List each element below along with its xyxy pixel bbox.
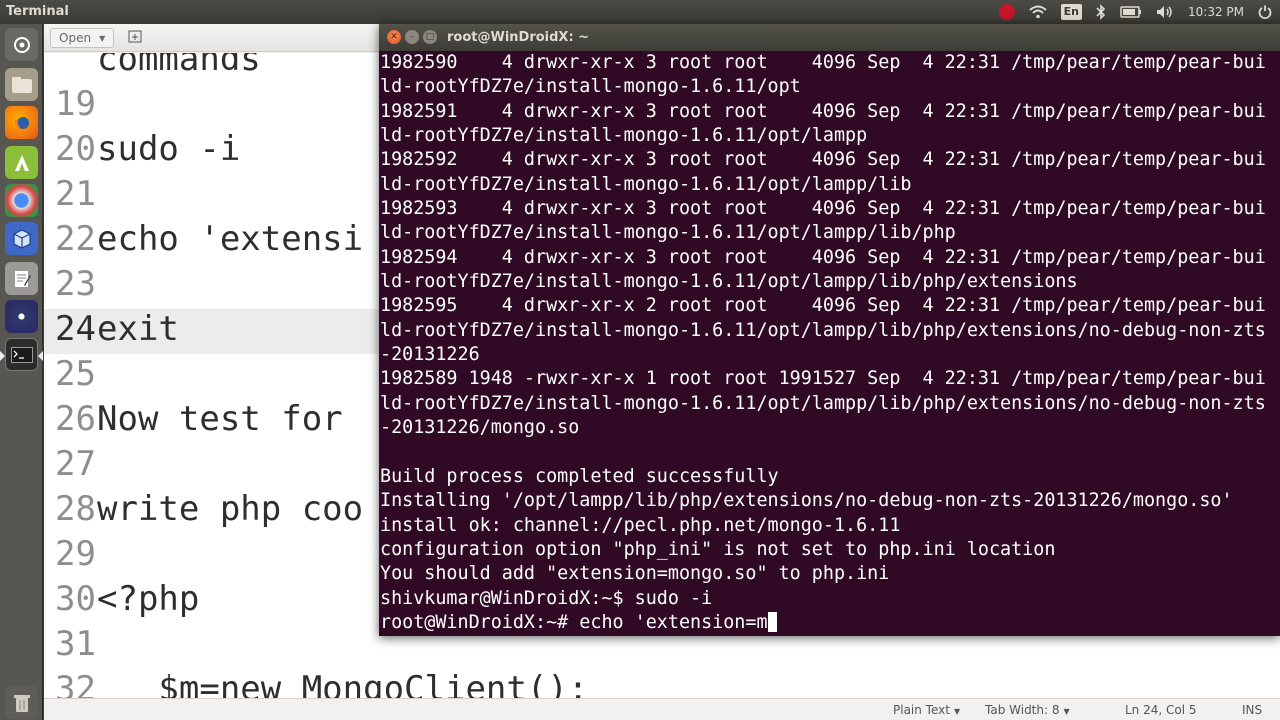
line-text: echo 'extensi [97,219,364,259]
terminal-line: ld-rootYfDZ7e/install-mongo-1.6.11/opt [380,76,801,98]
terminal-line: Installing '/opt/lampp/lib/php/extension… [380,490,1233,512]
line-text: exit [97,309,179,349]
new-document-icon[interactable] [128,29,142,47]
open-button[interactable]: Open ▼ [50,28,114,48]
chevron-down-icon: ▼ [1063,707,1070,716]
line-number: 20 [55,129,96,169]
virtualbox-icon[interactable] [5,222,38,255]
minimize-icon[interactable]: – [405,30,419,44]
terminal-line: shivkumar@WinDroidX:~$ sudo -i [380,587,713,609]
language-label: Plain Text [893,703,950,717]
terminal-line: 1982592 4 drwxr-xr-x 3 root root 4096 Se… [380,149,1266,171]
tab-width-label: Tab Width: 8 [985,703,1060,717]
launcher [0,24,43,720]
terminal-line: configuration option "php_ini" is not se… [380,538,1056,560]
wifi-icon[interactable] [1028,3,1047,21]
open-button-label: Open [59,31,92,45]
prompt-input-text: root@WinDroidX:~# echo 'extension=m [380,611,768,633]
line-number: 29 [55,534,96,574]
eclipse-icon[interactable] [5,300,38,333]
terminal-prompt-line[interactable]: root@WinDroidX:~# echo 'extension=m [380,611,1280,635]
close-icon[interactable]: ✕ [387,30,401,44]
text-cursor [767,611,777,632]
active-indicator-left [0,351,5,361]
line-number: 23 [55,264,96,304]
terminal-line: install ok: channel://pecl.php.net/mongo… [380,514,901,536]
volume-icon[interactable] [1156,3,1174,21]
line-text: commands [97,53,261,79]
terminal-line: 1982589 1948 -rwxr-xr-x 1 root root 1991… [380,368,1266,390]
terminal-line: You should add "extension=mongo.so" to p… [380,563,890,585]
terminal-line: 1982591 4 drwxr-xr-x 3 root root 4096 Se… [380,100,1266,122]
line-number: 21 [55,174,96,214]
line-number: 31 [55,624,96,664]
terminal-line: -20131226 [380,344,480,366]
trash-icon[interactable] [5,686,38,719]
terminal-line: ld-rootYfDZ7e/install-mongo-1.6.11/opt/l… [380,271,1078,293]
top-panel: Terminal En 10:32 PM [0,0,1280,24]
terminal-line: -20131226/mongo.so [380,417,580,439]
line-text: <?php [97,579,200,619]
terminal-output[interactable]: 1982590 4 drwxr-xr-x 3 root root 4096 Se… [379,51,1280,636]
line-number: 24 [55,309,96,349]
android-studio-icon[interactable] [5,146,38,179]
status-bar: Plain Text ▼ Tab Width: 8 ▼ Ln 24, Col 5 I… [44,698,1280,720]
insert-mode: INS [1242,703,1263,717]
terminal-line: 1982594 4 drwxr-xr-x 3 root root 4096 Se… [380,246,1266,268]
terminal-line: ld-rootYfDZ7e/install-mongo-1.6.11/opt/l… [380,173,912,195]
maximize-icon[interactable]: □ [423,30,437,44]
dash-icon[interactable] [5,28,38,61]
cursor-position: Ln 24, Col 5 [1125,703,1197,717]
battery-icon[interactable] [1120,3,1142,21]
language-selector[interactable]: Plain Text ▼ [893,703,960,717]
line-text: sudo -i [97,129,241,169]
files-icon[interactable] [5,68,38,101]
keyboard-icon[interactable]: En [1060,4,1082,20]
line-text: write php coo [97,489,364,529]
terminal-line: ld-rootYfDZ7e/install-mongo-1.6.11/opt/l… [380,125,868,147]
power-icon[interactable] [1258,3,1272,21]
firefox-icon[interactable] [5,106,38,139]
line-number: 27 [55,444,96,484]
terminal-titlebar[interactable]: ✕ – □ root@WinDroidX: ~ [379,24,1280,51]
terminal-line: ld-rootYfDZ7e/install-mongo-1.6.11/opt/l… [380,392,1266,414]
chevron-down-icon: ▼ [99,34,106,43]
ubuntu-one-icon[interactable] [998,3,1015,21]
line-number: 28 [55,489,96,529]
line-text: Now test for [97,399,343,439]
terminal-window: ✕ – □ root@WinDroidX: ~ 1982590 4 drwxr-… [379,24,1280,636]
active-app-title: Terminal [6,4,69,19]
line-number: 22 [55,219,96,259]
text-editor-icon[interactable] [5,262,38,295]
terminal-title: root@WinDroidX: ~ [447,30,590,45]
line-number: 30 [55,579,96,619]
clock[interactable]: 10:32 PM [1188,3,1244,21]
terminal-line: 1982593 4 drwxr-xr-x 3 root root 4096 Se… [380,198,1266,220]
terminal-line: 1982590 4 drwxr-xr-x 3 root root 4096 Se… [380,52,1266,73]
terminal-line: Build process completed successfully [380,465,779,487]
terminal-line: ld-rootYfDZ7e/install-mongo-1.6.11/opt/l… [380,222,956,244]
line-number: 19 [55,84,96,124]
terminal-line: 1982595 4 drwxr-xr-x 2 root root 4096 Se… [380,295,1266,317]
chrome-icon[interactable] [5,184,38,217]
tab-width-selector[interactable]: Tab Width: 8 ▼ [985,703,1070,717]
indicator-area: En 10:32 PM [998,2,1272,22]
terminal-line: ld-rootYfDZ7e/install-mongo-1.6.11/opt/l… [380,319,1266,341]
terminal-icon[interactable] [5,338,38,371]
bluetooth-icon[interactable] [1096,3,1106,21]
line-number: 25 [55,354,96,394]
chevron-down-icon: ▼ [953,707,961,716]
active-indicator-right [38,351,43,361]
line-number: 26 [55,399,96,439]
